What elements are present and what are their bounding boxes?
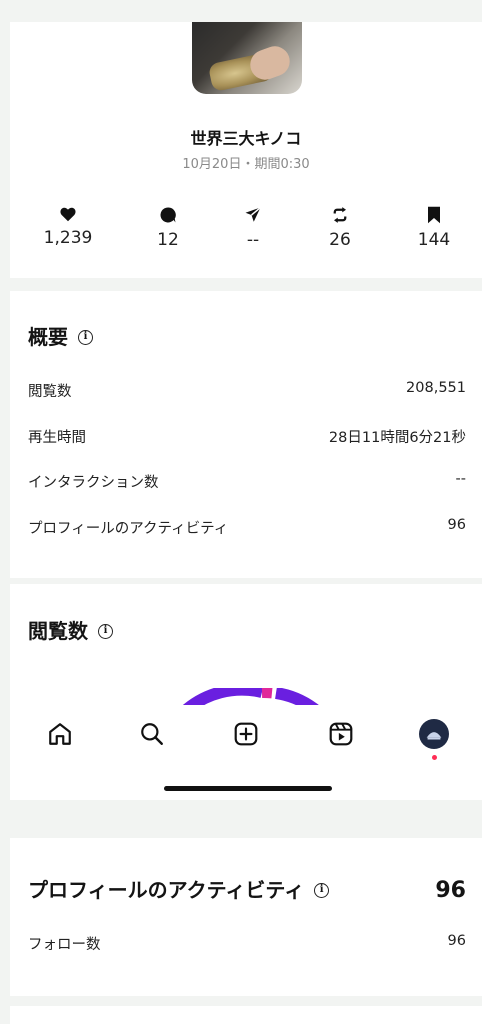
overview-heading: 概要 i <box>28 325 93 349</box>
avatar-emblem-icon <box>426 732 442 740</box>
comments-stat: 12 <box>123 206 213 250</box>
reels-icon <box>329 722 353 746</box>
row-value: -- <box>455 471 466 487</box>
profile-activity-heading: プロフィールのアクティビティ i <box>28 878 330 902</box>
row-value: 96 <box>447 933 466 949</box>
profile-activity-card: プロフィールのアクティビティ i 96 フォロー数 96 <box>10 838 482 996</box>
profile-activity-total: 96 <box>435 878 466 903</box>
row-label: フォロー数 <box>28 937 101 953</box>
heart-icon <box>60 207 76 222</box>
bottom-navigation <box>10 705 482 765</box>
post-thumbnail[interactable] <box>192 22 302 94</box>
bookmark-icon <box>428 206 440 224</box>
home-indicator[interactable] <box>164 786 332 791</box>
row-label: プロフィールのアクティビティ <box>28 521 229 537</box>
overview-title: 概要 <box>28 325 68 349</box>
overview-card: 概要 i 閲覧数 208,551 再生時間 28日11時間6分21秒 インタラク… <box>10 291 482 578</box>
reposts-stat: 26 <box>295 206 385 250</box>
info-icon[interactable]: i <box>78 329 93 345</box>
create-icon <box>234 722 258 746</box>
overview-row-watch-time: 再生時間 28日11時間6分21秒 <box>28 426 466 447</box>
comments-count: 12 <box>157 230 179 250</box>
row-label: 再生時間 <box>28 430 86 446</box>
likes-count: 1,239 <box>43 228 93 248</box>
comment-icon <box>160 207 176 223</box>
post-title: 世界三大キノコ <box>190 129 302 148</box>
overview-row-interactions: インタラクション数 -- <box>28 471 466 492</box>
saves-stat: 144 <box>389 206 479 250</box>
profile-activity-title: プロフィールのアクティビティ <box>28 878 305 902</box>
views-heading: 閲覧数 i <box>28 619 113 643</box>
nav-profile[interactable] <box>414 717 454 760</box>
nav-home[interactable] <box>40 717 80 751</box>
profile-activity-row-follows: フォロー数 96 <box>28 933 466 954</box>
nav-search[interactable] <box>132 717 172 751</box>
nav-create[interactable] <box>226 717 266 751</box>
profile-avatar <box>419 719 449 749</box>
send-icon <box>245 206 261 222</box>
home-icon <box>49 723 71 745</box>
nav-reels[interactable] <box>321 717 361 751</box>
row-value: 96 <box>447 517 466 533</box>
row-label: インタラクション数 <box>28 475 159 491</box>
row-value: 28日11時間6分21秒 <box>328 430 466 446</box>
row-value: 208,551 <box>406 380 466 396</box>
shares-stat: -- <box>208 206 298 250</box>
notification-dot <box>432 755 437 760</box>
search-icon <box>141 723 163 745</box>
repost-icon <box>333 207 347 223</box>
row-label: 閲覧数 <box>28 384 72 400</box>
reposts-count: 26 <box>329 230 351 250</box>
views-card: 閲覧数 i <box>10 584 482 800</box>
info-icon[interactable]: i <box>98 623 113 639</box>
overview-row-views: 閲覧数 208,551 <box>28 380 466 401</box>
post-date-duration: 10月20日・期間0:30 <box>182 157 310 172</box>
info-icon[interactable]: i <box>314 882 330 898</box>
likes-stat: 1,239 <box>23 206 113 248</box>
saves-count: 144 <box>417 230 451 250</box>
next-card <box>10 1006 482 1024</box>
views-title: 閲覧数 <box>28 619 88 643</box>
shares-count: -- <box>246 230 260 250</box>
overview-row-profile-activity: プロフィールのアクティビティ 96 <box>28 517 466 538</box>
post-summary-card: 世界三大キノコ 10月20日・期間0:30 1,239 12 -- 26 144 <box>10 22 482 278</box>
